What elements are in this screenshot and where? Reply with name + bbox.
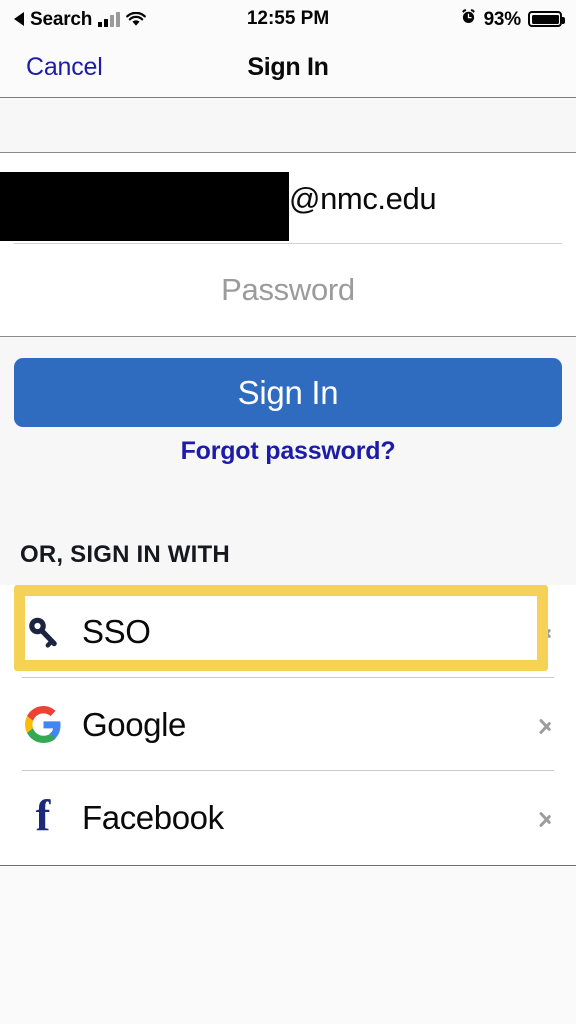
email-domain-text: @nmc.edu bbox=[289, 180, 437, 216]
password-field[interactable]: Password bbox=[0, 244, 576, 335]
status-bar: Search 12:55 PM 93% bbox=[0, 0, 576, 38]
sso-provider-row-sso[interactable]: SSO bbox=[0, 585, 576, 678]
status-back-label: Search bbox=[30, 8, 93, 30]
password-placeholder: Password bbox=[221, 271, 355, 307]
chevron-right-icon bbox=[538, 711, 554, 739]
back-triangle-icon[interactable] bbox=[14, 12, 24, 26]
key-icon bbox=[22, 611, 64, 653]
status-clock: 12:55 PM bbox=[246, 8, 330, 29]
google-logo-icon bbox=[22, 704, 64, 746]
credentials-group: @nmc.edu Password bbox=[0, 153, 576, 337]
sso-provider-label: SSO bbox=[82, 612, 151, 650]
cellular-signal-icon bbox=[98, 11, 121, 27]
google-provider-label: Google bbox=[82, 705, 187, 743]
email-redaction-box bbox=[0, 172, 289, 241]
sso-section-header: OR, SIGN IN WITH bbox=[0, 486, 576, 585]
navigation-bar: Cancel Sign In bbox=[0, 38, 576, 98]
battery-full-icon bbox=[528, 11, 565, 27]
app-screen: Search 12:55 PM 93% Cancel Sign In @nmc.… bbox=[0, 0, 576, 1024]
wifi-icon bbox=[126, 11, 147, 27]
sso-provider-row-google[interactable]: Google bbox=[0, 678, 576, 771]
top-spacer-band bbox=[0, 99, 576, 153]
alarm-clock-icon bbox=[460, 8, 477, 30]
cancel-button[interactable]: Cancel bbox=[26, 53, 103, 82]
facebook-logo-icon: f bbox=[22, 791, 64, 840]
sso-provider-list: SSO Google f Facebook bbox=[0, 585, 576, 866]
sso-provider-row-facebook[interactable]: f Facebook bbox=[0, 771, 576, 864]
bottom-empty-area bbox=[0, 866, 576, 1024]
chevron-right-icon bbox=[538, 618, 554, 646]
forgot-password-link[interactable]: Forgot password? bbox=[0, 437, 576, 466]
battery-percent-label: 93% bbox=[483, 8, 522, 30]
status-bar-left[interactable]: Search bbox=[14, 8, 147, 30]
sso-section-header-label: OR, SIGN IN WITH bbox=[20, 541, 230, 568]
status-bar-right: 93% bbox=[460, 8, 565, 30]
sign-in-button[interactable]: Sign In bbox=[14, 358, 562, 427]
primary-action-group: Sign In Forgot password? bbox=[0, 338, 576, 486]
facebook-provider-label: Facebook bbox=[82, 798, 224, 836]
email-field[interactable]: @nmc.edu bbox=[0, 153, 576, 244]
facebook-f-glyph: f bbox=[35, 791, 51, 840]
chevron-right-icon bbox=[538, 804, 554, 832]
